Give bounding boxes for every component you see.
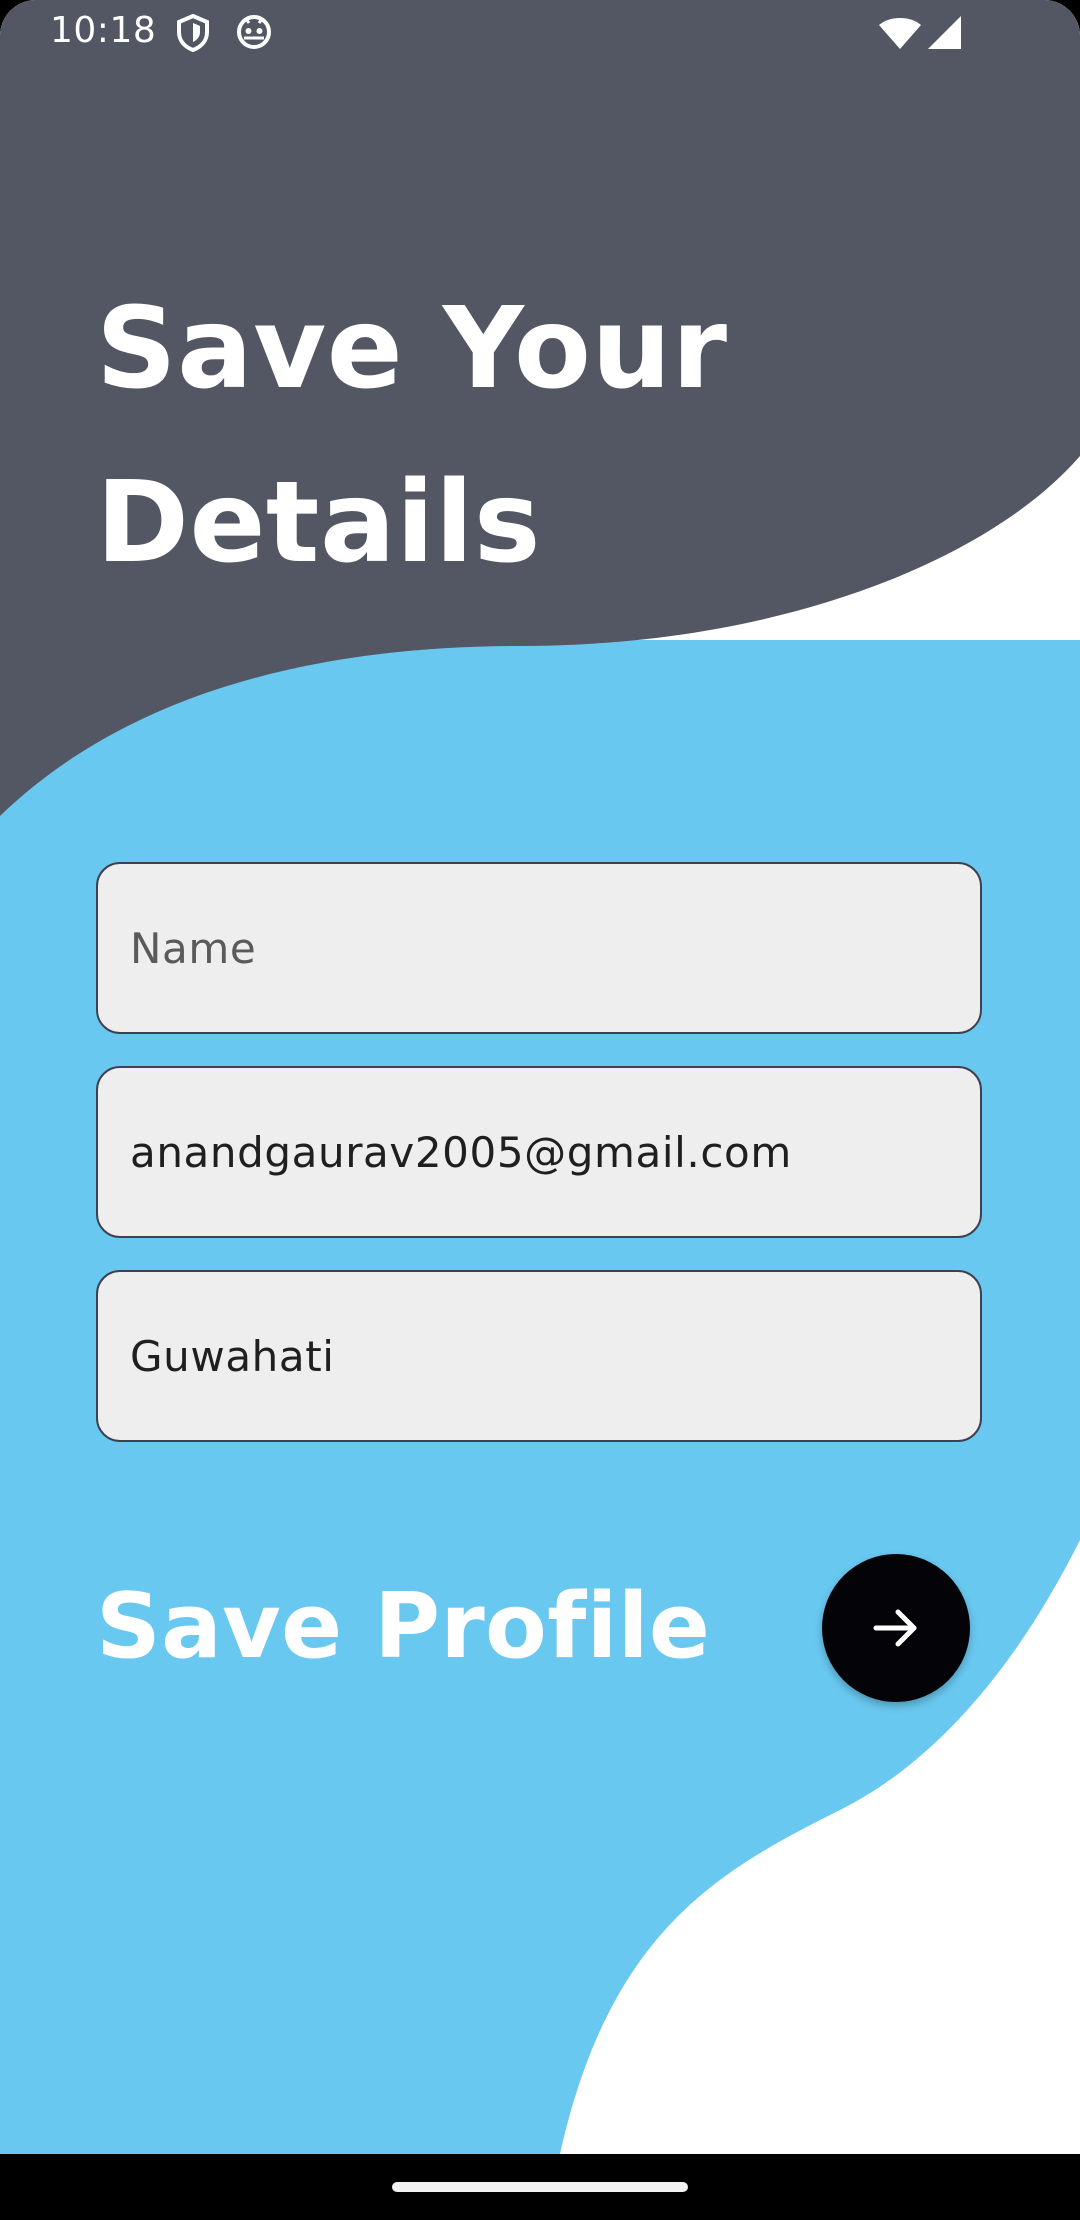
cell-signal-icon: [928, 16, 962, 55]
app-screen: 10:18 Save Your Details Name anandgaurav…: [0, 0, 1080, 2220]
email-input[interactable]: [98, 1068, 980, 1236]
save-profile-label: Save Profile: [96, 1574, 711, 1679]
wifi-icon: [878, 18, 922, 55]
name-input[interactable]: [98, 864, 980, 1032]
navigation-bar: [0, 2154, 1080, 2220]
arrow-right-icon: [873, 1609, 917, 1647]
page-title: Save Your Details: [96, 262, 896, 610]
gesture-handle[interactable]: [392, 2182, 688, 2192]
status-time: 10:18: [50, 10, 157, 51]
city-field: [96, 1270, 982, 1442]
email-field: [96, 1066, 982, 1238]
page-title-line-1: Save Your: [96, 284, 728, 414]
page-title-line-2: Details: [96, 458, 541, 588]
name-field: [96, 862, 982, 1034]
save-profile-button[interactable]: [822, 1554, 970, 1702]
status-bar: 10:18: [0, 0, 1080, 66]
android-bug-icon: [236, 14, 272, 55]
shield-icon: [176, 13, 210, 57]
city-input[interactable]: [98, 1272, 980, 1440]
